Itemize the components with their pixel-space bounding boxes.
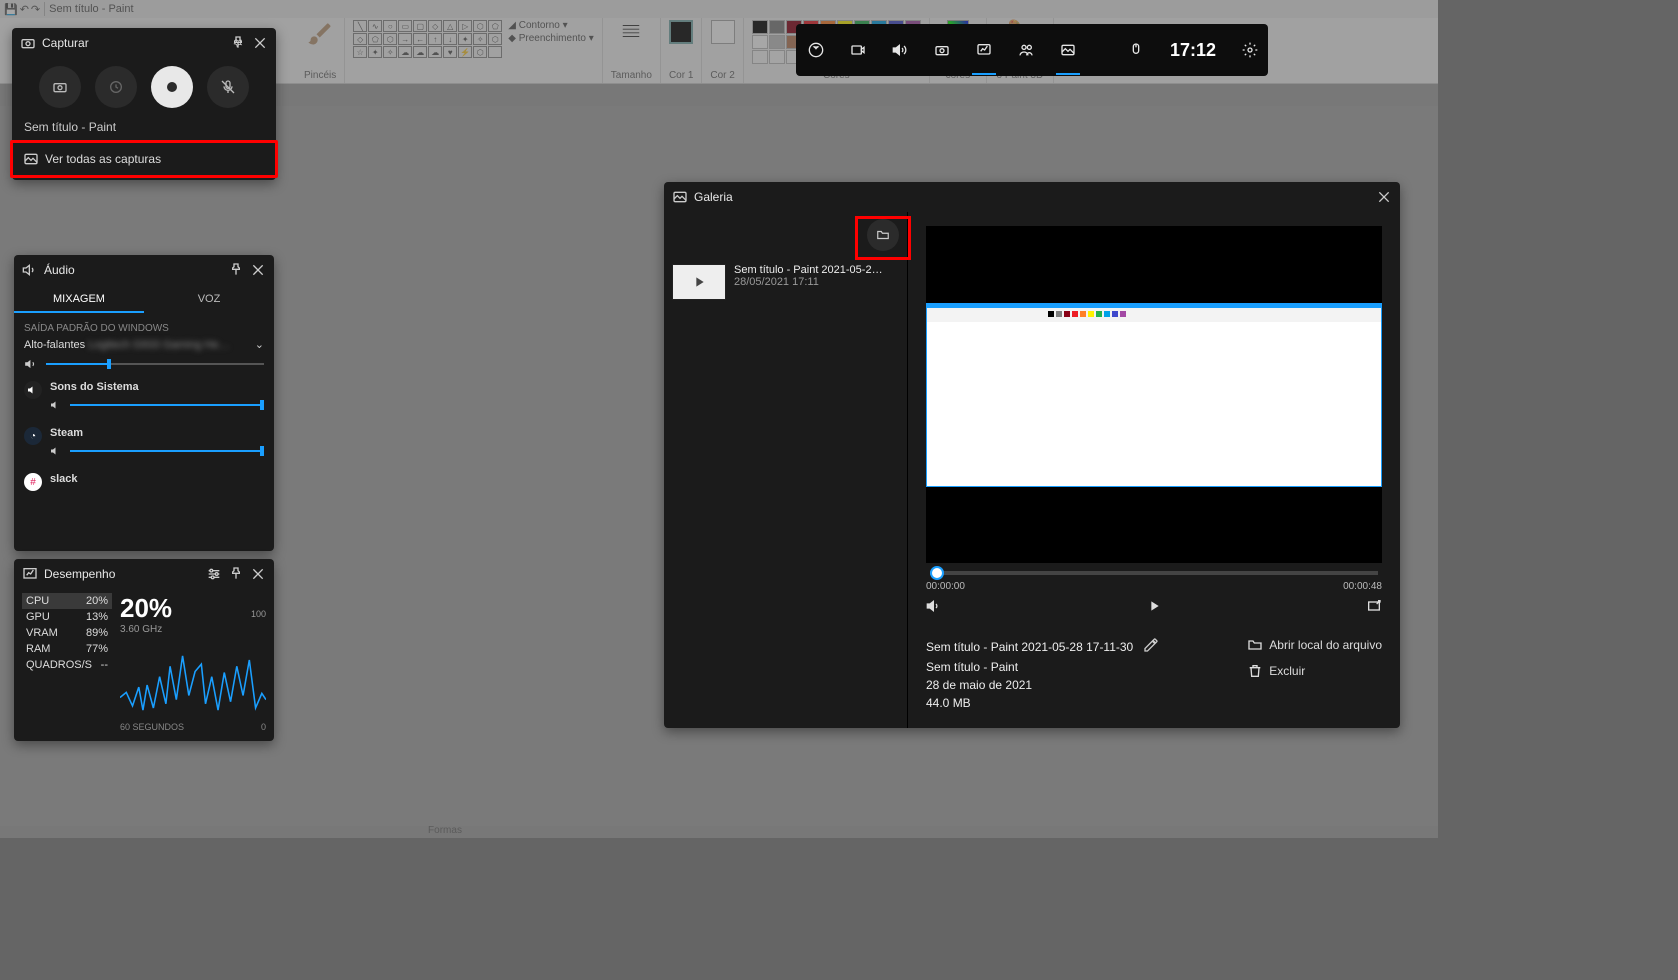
capture-list-item[interactable]: Sem título - Paint 2021-05-2… 28/05/2021… xyxy=(664,258,907,306)
performance-widget-icon[interactable] xyxy=(976,39,992,61)
close-icon[interactable] xyxy=(1376,189,1392,205)
system-sounds-slider[interactable] xyxy=(50,399,264,411)
gallery-title: Galeria xyxy=(694,190,1370,204)
info-date: 28 de maio de 2021 xyxy=(926,678,1159,692)
steam-icon: ◔ xyxy=(24,427,42,445)
gamebar-time: 17:12 xyxy=(1170,40,1216,61)
video-play-button[interactable] xyxy=(1146,598,1162,619)
audio-title: Áudio xyxy=(44,263,222,277)
system-sounds-icon xyxy=(24,381,42,399)
perf-big-value: 20% xyxy=(120,593,172,624)
options-icon[interactable] xyxy=(206,566,222,582)
video-volume-button[interactable] xyxy=(926,598,942,619)
pencil-icon xyxy=(1143,637,1159,653)
perf-metric-list[interactable]: CPU20% GPU13% VRAM89% RAM77% QUADROS/S-- xyxy=(22,593,112,732)
info-appname: Sem título - Paint xyxy=(926,660,1159,674)
perf-duration: 60 SEGUNDOS xyxy=(120,722,184,732)
camera-icon xyxy=(20,35,36,51)
capture-title: Capturar xyxy=(42,36,224,50)
video-preview[interactable] xyxy=(926,226,1382,563)
audio-widget: Áudio MIXAGEM VOZ SAÍDA PADRÃO DO WINDOW… xyxy=(14,255,274,551)
close-icon[interactable] xyxy=(252,35,268,51)
capture-thumbnail xyxy=(672,264,726,300)
app-vol-name: Sons do Sistema xyxy=(50,381,264,393)
gallery-window: Galeria Sem título - Paint 2021-05-2… 28… xyxy=(664,182,1400,728)
output-device-dropdown[interactable]: Alto-falantes Logitech G933 Gaming He… ⌄ xyxy=(24,338,264,351)
close-icon[interactable] xyxy=(250,566,266,582)
tab-voz[interactable]: VOZ xyxy=(144,285,274,313)
volume-icon xyxy=(50,445,62,457)
folder-icon xyxy=(1247,637,1263,653)
delete-button[interactable]: Excluir xyxy=(1247,663,1382,679)
capture-app-name: Sem título - Paint xyxy=(12,116,276,138)
mic-toggle-button[interactable] xyxy=(207,66,249,108)
slack-icon: # xyxy=(24,473,42,491)
screenshot-button[interactable] xyxy=(39,66,81,108)
play-icon xyxy=(691,274,707,290)
tab-mixagem[interactable]: MIXAGEM xyxy=(14,285,144,313)
highlight-box xyxy=(855,216,911,260)
cpu-sparkline xyxy=(120,635,266,718)
settings-icon[interactable] xyxy=(1242,39,1258,61)
capture-name: Sem título - Paint 2021-05-2… xyxy=(734,264,883,276)
perf-max: 100 xyxy=(251,609,266,619)
speaker-icon xyxy=(22,262,38,278)
info-size: 44.0 MB xyxy=(926,696,1159,710)
record-last-button[interactable] xyxy=(95,66,137,108)
steam-slider[interactable] xyxy=(50,445,264,457)
capture-widget: Capturar Sem título - Paint Ver todas as… xyxy=(12,28,276,180)
video-fullscreen-button[interactable] xyxy=(1366,598,1382,619)
volume-icon xyxy=(50,399,62,411)
master-volume-slider[interactable] xyxy=(24,357,264,371)
pin-icon[interactable] xyxy=(230,35,246,51)
perf-row-vram: VRAM89% xyxy=(22,625,112,641)
perf-row-ram: RAM77% xyxy=(22,641,112,657)
video-time-end: 00:00:48 xyxy=(1343,581,1382,592)
social-icon[interactable] xyxy=(1018,39,1034,61)
perf-sub-value: 3.60 GHz xyxy=(120,624,172,635)
perf-min: 0 xyxy=(261,722,266,732)
pin-icon[interactable] xyxy=(228,262,244,278)
chevron-down-icon: ⌄ xyxy=(255,338,264,351)
performance-widget: Desempenho CPU20% GPU13% VRAM89% RAM77% … xyxy=(14,559,274,741)
gallery-widget-icon[interactable] xyxy=(1060,39,1076,61)
trash-icon xyxy=(1247,663,1263,679)
pin-icon[interactable] xyxy=(228,566,244,582)
gallery-icon xyxy=(23,151,39,167)
perf-title: Desempenho xyxy=(44,567,200,581)
perf-row-fps: QUADROS/S-- xyxy=(22,657,112,673)
view-all-captures-button[interactable]: Ver todas as capturas xyxy=(10,140,278,178)
output-section-label: SAÍDA PADRÃO DO WINDOWS xyxy=(24,323,264,334)
rename-button[interactable] xyxy=(1143,637,1159,656)
capture-widget-icon[interactable] xyxy=(934,39,950,61)
view-all-captures-label: Ver todas as capturas xyxy=(45,152,161,166)
volume-icon xyxy=(24,357,38,371)
gamebar-toolbar: 17:12 xyxy=(796,24,1268,76)
close-icon[interactable] xyxy=(250,262,266,278)
performance-icon xyxy=(22,566,38,582)
mouse-icon[interactable] xyxy=(1128,39,1144,61)
perf-row-cpu: CPU20% xyxy=(22,593,112,609)
gallery-icon xyxy=(672,189,688,205)
open-file-location-button[interactable]: Abrir local do arquivo xyxy=(1247,637,1382,653)
gallery-sidebar: Sem título - Paint 2021-05-2… 28/05/2021… xyxy=(664,212,908,728)
broadcast-icon[interactable] xyxy=(850,39,866,61)
audio-icon[interactable] xyxy=(892,39,908,61)
info-filename: Sem título - Paint 2021-05-28 17-11-30 xyxy=(926,640,1133,654)
capture-date: 28/05/2021 17:11 xyxy=(734,276,883,288)
video-seek-slider[interactable] xyxy=(930,571,1378,575)
record-button[interactable] xyxy=(151,66,193,108)
app-vol-name: Steam xyxy=(50,427,264,439)
perf-row-gpu: GPU13% xyxy=(22,609,112,625)
xbox-icon[interactable] xyxy=(808,39,824,61)
app-vol-name: slack xyxy=(50,473,264,485)
video-time-start: 00:00:00 xyxy=(926,581,965,592)
